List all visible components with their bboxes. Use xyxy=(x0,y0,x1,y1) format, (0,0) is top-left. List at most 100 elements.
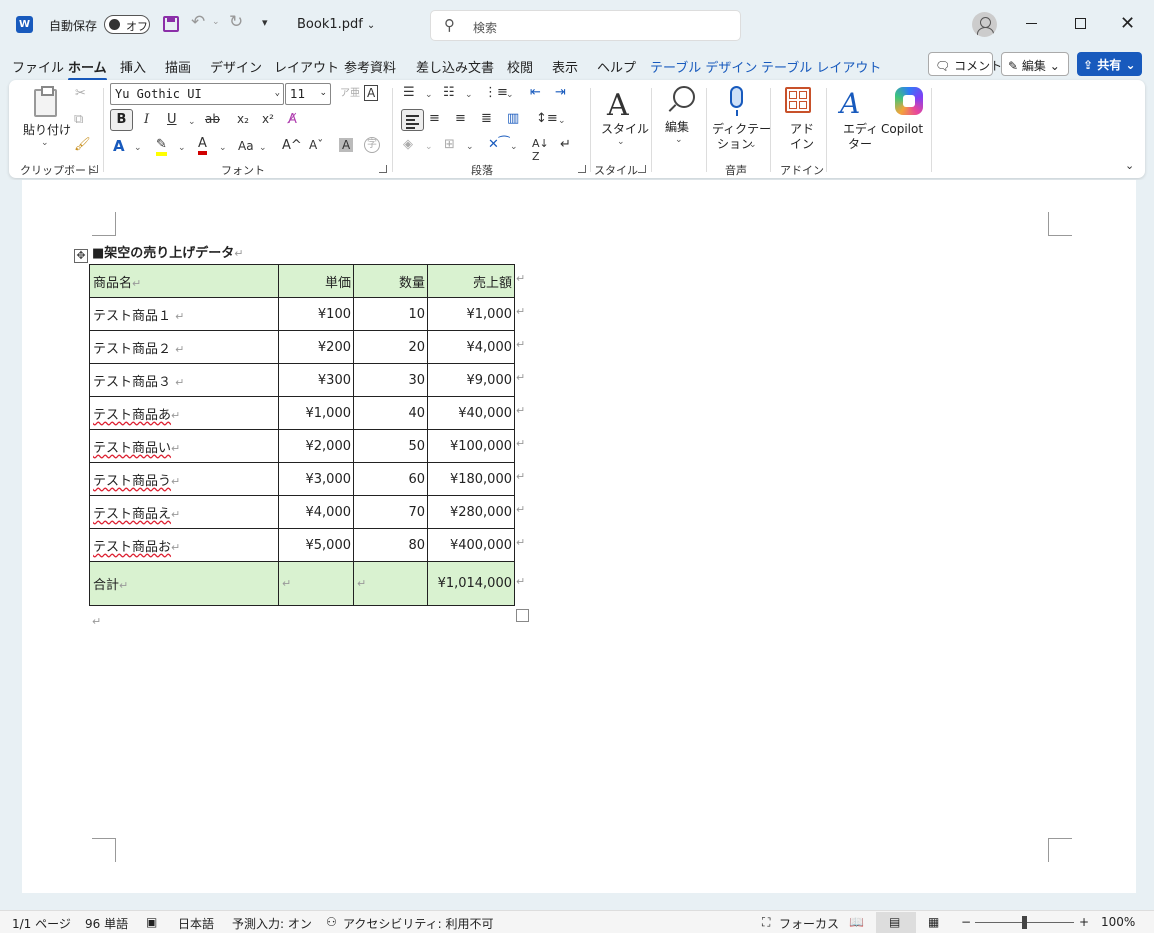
editing-button-label[interactable]: 編集 xyxy=(665,120,689,134)
table-cell[interactable]: 60 xyxy=(353,462,428,496)
word-count[interactable]: 96 単語 xyxy=(85,915,128,932)
tab-home[interactable]: ホーム xyxy=(68,57,107,81)
minimize-button[interactable] xyxy=(1026,23,1037,24)
editing-mode-button[interactable]: ✎ 編集 ⌄ xyxy=(1001,52,1069,76)
clipboard-launcher-icon[interactable] xyxy=(90,165,98,173)
focus-mode[interactable]: フォーカス xyxy=(779,915,839,932)
tab-table-layout[interactable]: テーブル レイアウト xyxy=(761,57,881,76)
document-page[interactable]: ■架空の売り上げデータ↵ ✥ 商品名↵ 単価 数量 売上額 テスト商品１ ↵ ¥… xyxy=(22,180,1136,893)
styles-launcher-icon[interactable] xyxy=(638,165,646,173)
align-left-button[interactable] xyxy=(401,109,424,131)
decrease-indent-icon[interactable]: ⇤ xyxy=(530,85,541,100)
copilot-button-label[interactable]: Copilot xyxy=(881,122,923,136)
find-icon[interactable] xyxy=(673,86,695,108)
italic-button[interactable]: I xyxy=(144,112,149,127)
table-cell[interactable]: 商品名↵ xyxy=(89,264,279,298)
table-resize-handle[interactable] xyxy=(516,609,529,622)
table-cell[interactable]: テスト商品う↵ xyxy=(89,462,279,496)
table-cell[interactable]: テスト商品あ↵ xyxy=(89,396,279,430)
page-count[interactable]: 1/1 ページ xyxy=(12,915,71,932)
autosave-toggle[interactable]: オフ xyxy=(104,15,150,34)
text-effects-dropdown-icon[interactable]: ⌄ xyxy=(134,143,142,153)
styles-icon[interactable]: A xyxy=(607,88,629,123)
zoom-slider-thumb[interactable] xyxy=(1022,916,1027,929)
predictive-input[interactable]: 予測入力: オン xyxy=(232,915,312,932)
comment-button[interactable]: 🗨 コメント xyxy=(928,52,1002,76)
table-cell[interactable]: ¥5,000 xyxy=(278,528,354,562)
enclose-characters-button[interactable]: 字 xyxy=(364,137,380,153)
table-cell[interactable]: ¥9,000 xyxy=(427,363,515,397)
table-cell[interactable]: テスト商品２ ↵ xyxy=(89,330,279,364)
text-effects-button[interactable]: A xyxy=(113,137,125,155)
align-right-icon[interactable]: ≡ xyxy=(455,111,466,126)
subscript-button[interactable]: x₂ xyxy=(237,112,249,126)
character-shading-button[interactable]: A xyxy=(339,138,354,152)
table-cell[interactable]: テスト商品３ ↵ xyxy=(89,363,279,397)
dictation-dropdown-icon[interactable]: ⌄ xyxy=(749,140,757,150)
tab-help[interactable]: ヘルプ xyxy=(597,57,636,76)
undo-dropdown-icon[interactable]: ⌄ xyxy=(212,17,220,27)
asian-layout-icon[interactable]: ✕⁀ xyxy=(488,137,509,152)
zoom-out-button[interactable]: − xyxy=(961,915,971,929)
show-marks-icon[interactable]: ↵ xyxy=(560,137,571,152)
underline-button[interactable]: U xyxy=(167,112,177,127)
accessibility-status[interactable]: アクセシビリティ: 利用不可 xyxy=(343,915,494,932)
table-cell[interactable]: ↵ xyxy=(353,561,428,606)
tab-view[interactable]: 表示 xyxy=(552,57,578,76)
cut-icon[interactable]: ✂ xyxy=(75,86,86,101)
document-title[interactable]: Book1.pdf ⌄ xyxy=(297,17,375,32)
print-layout-icon[interactable]: ▤ xyxy=(889,915,900,929)
zoom-level[interactable]: 100% xyxy=(1101,915,1135,929)
close-button[interactable]: ✕ xyxy=(1120,13,1135,34)
font-family-select[interactable]: Yu Gothic UI ⌄ xyxy=(110,83,284,105)
proofing-icon[interactable]: ▣ xyxy=(146,915,157,929)
table-cell[interactable]: テスト商品１ ↵ xyxy=(89,297,279,331)
read-mode-icon[interactable]: 📖 xyxy=(849,915,864,929)
copilot-icon[interactable] xyxy=(895,87,923,115)
paste-button-label[interactable]: 貼り付け xyxy=(23,123,71,137)
tab-table-design[interactable]: テーブル デザイン xyxy=(650,57,757,76)
dictation-button-label-2[interactable]: ション xyxy=(717,137,753,151)
underline-dropdown-icon[interactable]: ⌄ xyxy=(188,117,196,127)
customize-qat-icon[interactable]: ▾ xyxy=(262,16,268,29)
table-cell[interactable]: 10 xyxy=(353,297,428,331)
save-icon[interactable] xyxy=(163,16,179,32)
character-border-icon[interactable]: A xyxy=(364,85,379,101)
strikethrough-button[interactable]: ab xyxy=(205,112,220,126)
table-cell[interactable]: ¥180,000 xyxy=(427,462,515,496)
copy-icon[interactable]: ⧉ xyxy=(74,112,83,127)
font-color-dropdown-icon[interactable]: ⌄ xyxy=(219,143,227,153)
line-spacing-dropdown-icon[interactable]: ⌄ xyxy=(558,116,566,126)
microphone-icon[interactable] xyxy=(730,86,743,116)
addins-icon[interactable] xyxy=(785,87,811,113)
table-cell[interactable]: ¥1,000 xyxy=(427,297,515,331)
table-cell[interactable]: ¥4,000 xyxy=(427,330,515,364)
clear-formatting-icon[interactable]: A̸ xyxy=(288,112,297,127)
table-cell[interactable]: ¥100 xyxy=(278,297,354,331)
justify-icon[interactable]: ≣ xyxy=(481,111,492,126)
search-box[interactable]: ⚲ 検索 xyxy=(430,10,741,41)
numbering-icon[interactable]: ☷ xyxy=(443,85,455,100)
tab-layout[interactable]: レイアウト xyxy=(274,57,339,76)
undo-icon[interactable]: ↶ xyxy=(191,12,205,32)
table-cell[interactable]: ↵ xyxy=(278,561,354,606)
editor-icon[interactable]: A xyxy=(840,87,860,120)
table-cell[interactable]: ¥3,000 xyxy=(278,462,354,496)
font-launcher-icon[interactable] xyxy=(379,165,387,173)
bullets-dropdown-icon[interactable]: ⌄ xyxy=(425,90,433,100)
table-move-handle-icon[interactable]: ✥ xyxy=(74,249,88,263)
highlight-button[interactable]: ✎ xyxy=(156,138,167,156)
table-cell[interactable]: ¥300 xyxy=(278,363,354,397)
font-color-button[interactable]: A xyxy=(198,137,207,155)
bullets-icon[interactable]: ☰ xyxy=(403,85,415,100)
account-avatar[interactable] xyxy=(972,12,997,37)
styles-button-label[interactable]: スタイル xyxy=(601,122,649,136)
table-cell[interactable]: 40 xyxy=(353,396,428,430)
document-heading[interactable]: ■架空の売り上げデータ↵ xyxy=(92,242,244,261)
tab-file[interactable]: ファイル xyxy=(12,57,64,76)
increase-indent-icon[interactable]: ⇥ xyxy=(555,85,566,100)
tab-design[interactable]: デザイン xyxy=(210,57,262,76)
language[interactable]: 日本語 xyxy=(178,915,214,932)
addins-button-label-2[interactable]: イン xyxy=(790,137,814,151)
table-cell[interactable]: 80 xyxy=(353,528,428,562)
